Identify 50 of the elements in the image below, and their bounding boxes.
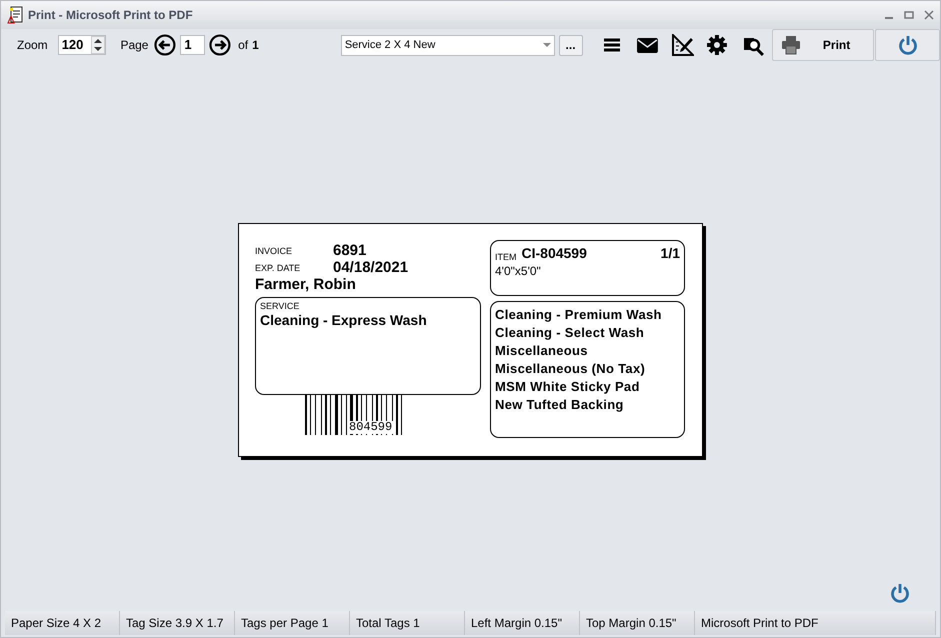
- power-icon: [898, 35, 918, 55]
- power-button[interactable]: [875, 29, 940, 61]
- service-line: Cleaning - Select Wash: [495, 324, 646, 342]
- power-icon[interactable]: [890, 583, 910, 603]
- spinner-arrows-icon[interactable]: [91, 36, 106, 54]
- service-line: Cleaning - Premium Wash: [495, 306, 663, 324]
- service-label: SERVICE: [260, 301, 300, 312]
- dropdown-caret-icon: [542, 43, 551, 47]
- next-page-icon[interactable]: [209, 34, 232, 56]
- service-line: MSM White Sticky Pad: [495, 378, 641, 396]
- envelope-icon[interactable]: [637, 38, 658, 52]
- maximize-icon[interactable]: [904, 10, 914, 20]
- ruler-pencil-icon[interactable]: [672, 34, 694, 56]
- item-label: ITEM: [495, 250, 516, 264]
- exp-date: 04/18/2021: [333, 260, 408, 275]
- exp-date-label: EXP. DATE: [255, 262, 302, 274]
- status-item: Top Margin 0.15": [580, 611, 695, 635]
- of-label: of: [238, 37, 248, 54]
- status-item: Paper Size 4 X 2: [5, 611, 120, 635]
- item-size: 4'0"x5'0": [495, 264, 542, 279]
- print-button[interactable]: Print: [772, 29, 874, 61]
- more-button[interactable]: ...: [558, 34, 582, 56]
- service-line: Miscellaneous (No Tax): [495, 360, 646, 378]
- status-item: Left Margin 0.15": [465, 611, 580, 635]
- zoom-spinner[interactable]: 120: [58, 35, 106, 55]
- status-item: Tag Size 3.9 X 1.7: [120, 611, 235, 635]
- settings-icon[interactable]: [707, 35, 728, 55]
- template-dropdown[interactable]: Service 2 X 4 New: [340, 34, 555, 56]
- barcode-number: 804599: [347, 421, 394, 434]
- page-field[interactable]: 1: [180, 35, 206, 55]
- zoom-label: Zoom: [17, 37, 48, 54]
- customer-name: Farmer, Robin: [255, 275, 357, 295]
- page-count: 1: [252, 37, 259, 54]
- window-title: Print - Microsoft Print to PDF: [28, 7, 193, 24]
- status-item: Microsoft Print to PDF: [695, 611, 936, 635]
- invoice-label: INVOICE: [255, 244, 294, 258]
- item-count: 1/1: [660, 244, 680, 263]
- service-name: Cleaning - Express Wash: [260, 312, 428, 329]
- invoice-number: 6891: [333, 243, 366, 258]
- service-line: Miscellaneous: [495, 342, 589, 360]
- page-label: Page: [120, 37, 148, 54]
- printer-icon: [780, 35, 801, 55]
- service-line: New Tufted Backing: [495, 396, 625, 414]
- previous-page-icon[interactable]: [154, 34, 176, 56]
- menu-icon[interactable]: [604, 38, 620, 52]
- close-icon[interactable]: [924, 10, 934, 20]
- status-item: Total Tags 1: [350, 611, 465, 635]
- app-icon: [7, 6, 23, 24]
- item-number: CI-804599: [522, 244, 587, 263]
- status-item: Tags per Page 1: [235, 611, 350, 635]
